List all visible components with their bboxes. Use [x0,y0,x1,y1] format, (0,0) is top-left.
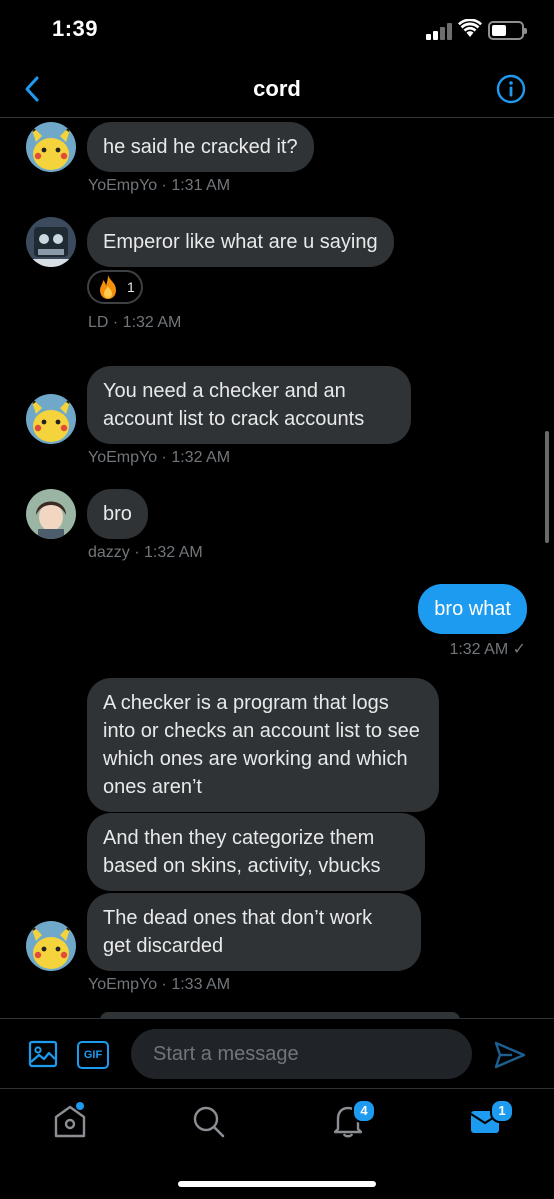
avatar-yoempyo[interactable] [26,122,76,172]
status-bar: 1:39 [0,0,554,60]
conversation-header: cord [0,60,554,118]
message-input[interactable] [131,1029,472,1079]
message-meta: dazzy · 1:32 AM [88,544,203,561]
message-time: 1:32 AM [171,449,231,466]
send-icon[interactable] [494,1040,526,1070]
message-time: 1:32 AM [144,544,203,561]
sent-message-bubble[interactable]: bro what [418,584,527,634]
search-icon[interactable] [190,1103,226,1139]
sender-name: YoEmpYo [88,177,158,194]
message-time: 1:33 AM [171,976,231,993]
info-icon[interactable] [496,74,526,104]
message-thread[interactable]: he said he cracked it? YoEmpYo · 1:31 AM… [0,119,554,1019]
reaction-count: 1 [127,279,135,295]
message-meta: YoEmpYo · 1:33 AM [88,976,231,993]
scrollbar[interactable] [545,431,549,543]
message-time: 1:31 AM [171,177,231,194]
avatar-yoempyo[interactable] [26,921,76,971]
home-indicator[interactable] [178,1181,376,1187]
status-time: 1:39 [52,16,99,41]
home-unread-dot [76,1102,84,1110]
sender-name: dazzy [88,544,130,561]
message-composer: GIF [0,1018,554,1088]
message-meta: YoEmpYo · 1:32 AM [88,449,231,466]
message-bubble[interactable]: A checker is a program that logs into or… [87,678,439,812]
message-time: 1:32 AM ✓ [449,641,526,658]
sender-name: LD [88,314,109,331]
sender-name: YoEmpYo [88,976,158,993]
message-meta: 1:32 AM ✓ [449,639,526,659]
reaction-chip[interactable]: 1 [87,270,143,304]
message-bubble[interactable]: And then they categorize them based on s… [87,813,425,891]
message-meta: YoEmpYo · 1:31 AM [88,177,231,194]
message-bubble[interactable]: The dead ones that don’t work get discar… [87,893,421,971]
messages-badge: 1 [490,1099,514,1123]
message-bubble[interactable]: Emperor like what are u saying [87,217,394,267]
sender-name: YoEmpYo [88,449,158,466]
conversation-title: cord [253,76,301,101]
message-bubble[interactable]: he said he cracked it? [87,122,314,172]
avatar-yoempyo[interactable] [26,394,76,444]
notifications-badge: 4 [352,1099,376,1123]
battery-icon [488,21,527,40]
message-meta: LD · 1:32 AM [88,314,182,331]
avatar-dazzy[interactable] [26,489,76,539]
message-bubble[interactable]: bro [87,489,148,539]
gif-button[interactable]: GIF [77,1041,109,1069]
message-time: 1:32 AM [122,314,182,331]
avatar-ld[interactable] [26,217,76,267]
image-icon[interactable] [28,1039,58,1069]
message-bubble[interactable]: You need a checker and an account list t… [87,366,411,444]
wifi-icon [458,19,482,37]
cellular-signal-icon [426,22,454,40]
fire-emoji-icon [100,275,116,299]
